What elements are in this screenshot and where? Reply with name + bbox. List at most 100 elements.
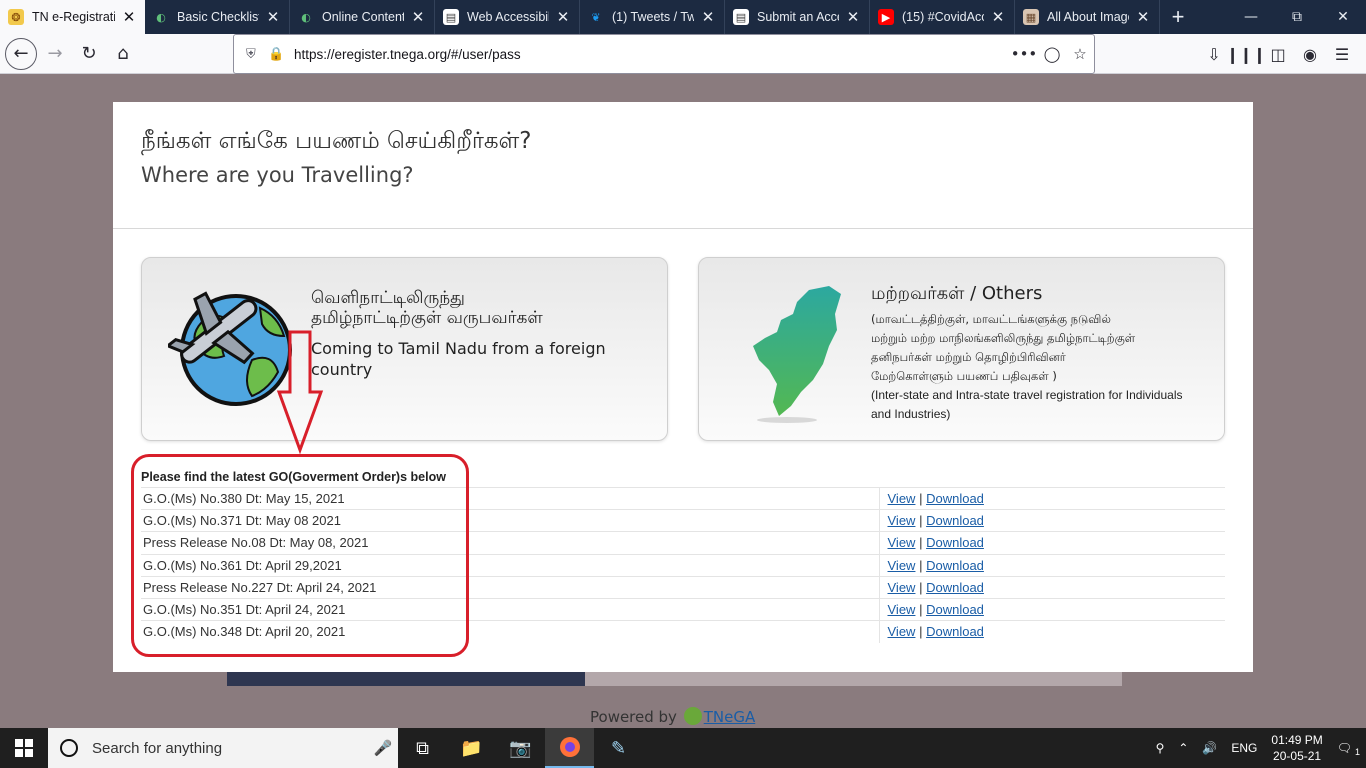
- close-icon[interactable]: ✕: [121, 8, 137, 26]
- others-desc-tamil-4: மேற்கொள்ளும் பயணப் பதிவுகள் ): [871, 369, 1057, 383]
- others-desc-tamil-3: தனிநபர்கள் மற்றும் தொழிற்பிரிவினர்: [871, 350, 1066, 364]
- close-icon[interactable]: ✕: [845, 8, 861, 26]
- chevron-up-icon[interactable]: ⌃: [1171, 741, 1195, 755]
- camera-icon[interactable]: 📷: [496, 728, 545, 768]
- taskbar-search-input[interactable]: Search for anything: [92, 740, 368, 757]
- clock-time: 01:49 PM: [1271, 733, 1323, 747]
- url-text[interactable]: https://eregister.tnega.org/#/user/pass: [294, 47, 1010, 62]
- link-separator: |: [919, 602, 923, 618]
- download-link[interactable]: Download: [926, 624, 984, 639]
- go-links: View | Download: [878, 597, 1225, 621]
- browser-tab[interactable]: ▤ Submit an Acce ✕: [725, 0, 870, 34]
- close-icon[interactable]: ✕: [555, 8, 571, 26]
- others-desc-tamil-2: மற்றும் மற்ற மாநிலங்களிலிருந்து தமிழ்நாட…: [871, 331, 1136, 345]
- view-link[interactable]: View: [888, 602, 916, 617]
- star-bookmark-icon[interactable]: ☆: [1066, 45, 1094, 63]
- library-icon[interactable]: ❙❙❙: [1226, 38, 1266, 70]
- close-icon[interactable]: ✕: [700, 8, 716, 26]
- foreign-title-tamil-1: வெளிநாட்டிலிருந்து: [311, 288, 465, 308]
- close-icon[interactable]: ✕: [1135, 8, 1151, 26]
- account-icon[interactable]: ◉: [1294, 38, 1326, 70]
- forward-button[interactable]: →: [39, 38, 71, 70]
- view-link[interactable]: View: [888, 513, 916, 528]
- background-banner: [227, 670, 1122, 686]
- browser-navbar: ← → ↻ ⌂ ⛨ 🔒 https://eregister.tnega.org/…: [0, 34, 1366, 74]
- pocket-icon[interactable]: ◯: [1038, 45, 1066, 63]
- tab-title: All About Image: [1047, 10, 1129, 24]
- heading-english: Where are you Travelling?: [141, 163, 414, 187]
- tab-title: Web Accessibili: [467, 10, 549, 24]
- lock-icon[interactable]: 🔒: [268, 47, 290, 62]
- view-link[interactable]: View: [888, 558, 916, 573]
- notification-icon[interactable]: 🗨 1: [1330, 741, 1366, 757]
- restore-icon[interactable]: ⧉: [1274, 0, 1320, 34]
- tnega-link[interactable]: TNeGA: [704, 708, 756, 726]
- view-link[interactable]: View: [888, 535, 916, 550]
- browser-tab[interactable]: ❦ (1) Tweets / Twit ✕: [580, 0, 725, 34]
- go-links: View | Download: [878, 553, 1225, 577]
- browser-tab[interactable]: ◐ Online Content ✕: [290, 0, 435, 34]
- card-header: நீங்கள் எங்கே பயணம் செய்கிறீர்கள்? Where…: [113, 102, 1253, 229]
- clock[interactable]: 01:49 PM 20-05-21: [1264, 732, 1329, 764]
- language-indicator[interactable]: ENG: [1224, 741, 1264, 755]
- link-separator: |: [919, 579, 923, 595]
- task-view-icon[interactable]: ⧉: [398, 728, 447, 768]
- people-icon[interactable]: ⚲: [1149, 741, 1172, 755]
- annotation-arrow-down-icon: [276, 330, 324, 454]
- reload-button[interactable]: ↻: [73, 38, 105, 70]
- taskbar-search[interactable]: Search for anything 🎤: [48, 728, 398, 768]
- tab-title: Basic Checklist: [177, 10, 259, 24]
- close-icon[interactable]: ✕: [410, 8, 426, 26]
- tab-title: (1) Tweets / Twit: [612, 10, 694, 24]
- download-link[interactable]: Download: [926, 535, 984, 550]
- url-bar[interactable]: ⛨ 🔒 https://eregister.tnega.org/#/user/p…: [233, 34, 1095, 74]
- notepad-app-icon[interactable]: ✎: [594, 728, 643, 768]
- view-link[interactable]: View: [888, 580, 916, 595]
- go-links: View | Download: [878, 531, 1225, 555]
- shield-icon[interactable]: ⛨: [246, 47, 268, 62]
- close-window-icon[interactable]: ✕: [1320, 0, 1366, 34]
- tnega-logo-icon: [683, 707, 702, 725]
- others-desc-english-1: (Inter-state and Intra-state travel regi…: [871, 388, 1183, 402]
- image-icon: ▦: [1023, 9, 1039, 25]
- download-link[interactable]: Download: [926, 558, 984, 573]
- option-others-travel[interactable]: மற்றவர்கள் / Others (மாவட்டத்திற்குள், ம…: [698, 257, 1225, 441]
- home-button[interactable]: ⌂: [107, 38, 139, 70]
- browser-tab[interactable]: ❂ TN e-Registratio ✕: [0, 0, 145, 34]
- close-icon[interactable]: ✕: [265, 8, 281, 26]
- document-icon: ▤: [443, 9, 459, 25]
- download-link[interactable]: Download: [926, 491, 984, 506]
- sidebar-icon[interactable]: ◫: [1262, 38, 1294, 70]
- new-tab-button[interactable]: +: [1160, 0, 1196, 34]
- browser-tab[interactable]: ▤ Web Accessibili ✕: [435, 0, 580, 34]
- browser-tab[interactable]: ▦ All About Image ✕: [1015, 0, 1160, 34]
- download-link[interactable]: Download: [926, 602, 984, 617]
- others-desc-tamil-1: (மாவட்டத்திற்குள், மாவட்டங்களுக்கு நடுவி…: [871, 312, 1111, 326]
- firefox-icon[interactable]: [545, 728, 594, 768]
- more-actions-icon[interactable]: •••: [1010, 45, 1038, 63]
- file-explorer-icon[interactable]: 📁: [447, 728, 496, 768]
- back-button[interactable]: ←: [5, 37, 37, 70]
- view-link[interactable]: View: [888, 491, 916, 506]
- go-links: View | Download: [878, 620, 1225, 643]
- browser-tab[interactable]: ▶ (15) #CovidAcc ✕: [870, 0, 1015, 34]
- download-link[interactable]: Download: [926, 513, 984, 528]
- heading-tamil: நீங்கள் எங்கே பயணம் செய்கிறீர்கள்?: [141, 128, 532, 154]
- download-link[interactable]: Download: [926, 580, 984, 595]
- menu-icon[interactable]: ☰: [1326, 38, 1358, 70]
- cortana-icon: [60, 739, 78, 757]
- plus-icon: +: [1171, 4, 1185, 29]
- tab-title: (15) #CovidAcc: [902, 10, 984, 24]
- link-separator: |: [919, 513, 923, 529]
- webaim-icon: ◐: [156, 10, 166, 24]
- home-icon: ⌂: [117, 43, 129, 64]
- volume-icon[interactable]: 🔊: [1195, 741, 1224, 755]
- browser-tab[interactable]: ◐ Basic Checklist ✕: [145, 0, 290, 34]
- view-link[interactable]: View: [888, 624, 916, 639]
- option-foreign-travel[interactable]: வெளிநாட்டிலிருந்து தமிழ்நாட்டிற்குள் வரு…: [141, 257, 668, 441]
- close-icon[interactable]: ✕: [990, 8, 1006, 26]
- start-button[interactable]: [0, 728, 48, 768]
- foreign-title-tamil-2: தமிழ்நாட்டிற்குள் வருபவர்கள்: [311, 308, 543, 328]
- minimize-icon[interactable]: —: [1228, 0, 1274, 34]
- microphone-icon[interactable]: 🎤: [368, 739, 398, 757]
